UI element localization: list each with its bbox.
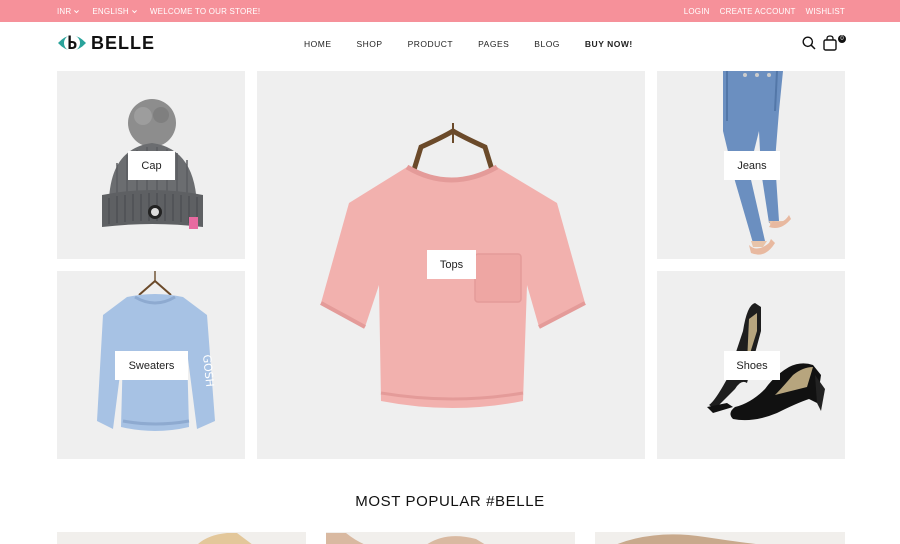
- popular-item-image-3[interactable]: [595, 532, 845, 544]
- logo[interactable]: BELLE: [57, 31, 155, 55]
- category-label-tops: Tops: [427, 250, 476, 279]
- chevron-down-icon: [74, 9, 80, 13]
- currency-label: INR: [57, 6, 72, 16]
- shopping-bag-icon[interactable]: [823, 35, 837, 51]
- category-tile-cap[interactable]: Cap: [57, 71, 245, 259]
- nav-buy-now[interactable]: BUY NOW!: [585, 39, 633, 49]
- nav-blog[interactable]: BLOG: [534, 39, 560, 49]
- logo-icon: [58, 35, 86, 51]
- welcome-message: WELCOME TO OUR STORE!: [149, 6, 261, 16]
- category-label-jeans: Jeans: [724, 151, 780, 180]
- nav-product[interactable]: PRODUCT: [408, 39, 454, 49]
- chevron-down-icon: [131, 9, 137, 13]
- top-bar: INR ENGLISH WELCOME TO OUR STORE! LOGIN …: [0, 0, 900, 22]
- nav-home[interactable]: HOME: [304, 39, 332, 49]
- product-photo-2: [326, 533, 485, 544]
- login-link[interactable]: LOGIN: [684, 7, 710, 16]
- site-header: BELLE HOME SHOP PRODUCT PAGES BLOG BUY N…: [0, 22, 900, 66]
- nav-shop[interactable]: SHOP: [357, 39, 383, 49]
- category-label-sweaters: Sweaters: [115, 351, 188, 380]
- product-photo-3: [617, 534, 756, 544]
- category-label-cap: Cap: [128, 151, 175, 180]
- cart-count-badge: 0: [838, 35, 846, 43]
- category-label-shoes: Shoes: [724, 351, 780, 380]
- create-account-link[interactable]: CREATE ACCOUNT: [720, 7, 796, 16]
- currency-select[interactable]: INR: [57, 7, 80, 16]
- main-nav: HOME SHOP PRODUCT PAGES BLOG BUY NOW!: [304, 22, 633, 66]
- category-tile-sweaters[interactable]: GOSH Sweaters: [57, 271, 245, 459]
- category-tile-shoes[interactable]: Shoes: [657, 271, 845, 459]
- top-bar-right: LOGIN CREATE ACCOUNT WISHLIST: [684, 0, 845, 22]
- search-icon[interactable]: [802, 36, 816, 50]
- logo-text: BELLE: [91, 32, 156, 53]
- popular-item-image-2[interactable]: [326, 532, 575, 544]
- nav-pages[interactable]: PAGES: [478, 39, 509, 49]
- category-tile-jeans[interactable]: Jeans: [657, 71, 845, 259]
- product-photo-1: [198, 533, 252, 544]
- wishlist-link[interactable]: WISHLIST: [806, 7, 845, 16]
- language-label: ENGLISH: [92, 6, 129, 16]
- language-select[interactable]: ENGLISH: [92, 7, 138, 16]
- category-tile-tops[interactable]: Tops: [257, 71, 645, 459]
- top-bar-left: INR ENGLISH WELCOME TO OUR STORE!: [57, 0, 260, 22]
- section-title: MOST POPULAR #BELLE: [355, 493, 545, 510]
- popular-item-image-1[interactable]: [57, 532, 306, 544]
